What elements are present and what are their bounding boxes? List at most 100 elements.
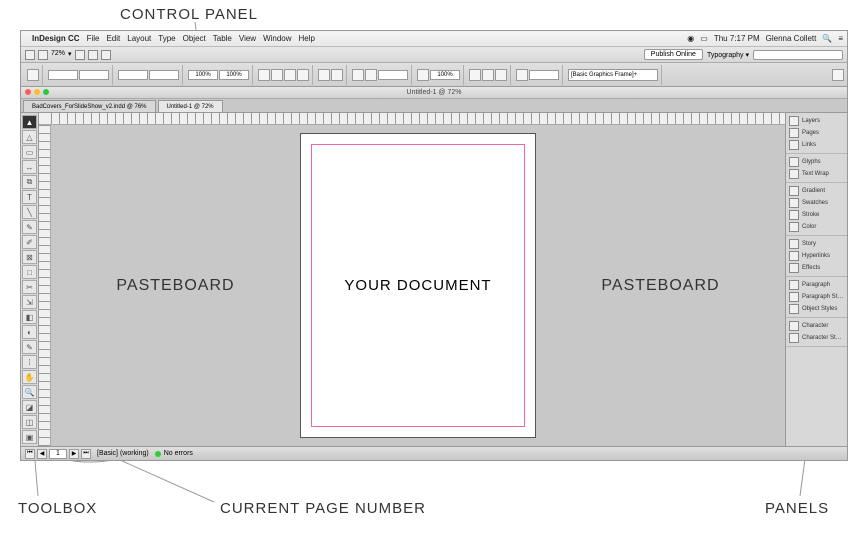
panel-item-object-styles[interactable]: Object Styles <box>786 303 847 315</box>
rectangle-tool[interactable]: □ <box>22 265 37 279</box>
menu-type[interactable]: Type <box>158 34 175 43</box>
first-page-button[interactable]: ⏮ <box>25 449 35 459</box>
last-page-button[interactable]: ⏭ <box>81 449 91 459</box>
object-style-dropdown[interactable]: [Basic Graphics Frame]+ <box>568 69 658 81</box>
panel-item-pages[interactable]: Pages <box>786 127 847 139</box>
close-window-icon[interactable] <box>25 89 31 95</box>
menu-edit[interactable]: Edit <box>106 34 120 43</box>
select-content-icon[interactable] <box>331 69 343 81</box>
panel-item-text-wrap[interactable]: Text Wrap <box>786 168 847 180</box>
panel-item-glyphs[interactable]: Glyphs <box>786 156 847 168</box>
note-tool[interactable]: ✎ <box>22 340 37 354</box>
selection-tool[interactable]: ▲ <box>22 115 37 129</box>
corner-radius-field[interactable] <box>529 70 559 80</box>
zoom-window-icon[interactable] <box>43 89 49 95</box>
minimize-window-icon[interactable] <box>34 89 40 95</box>
horizontal-ruler[interactable] <box>39 113 785 125</box>
screen-mode-icon[interactable] <box>88 50 98 60</box>
rectangle-frame-tool[interactable]: ⊠ <box>22 250 37 264</box>
document-tab[interactable]: BadCovers_ForSlideShow_v2.indd @ 76% <box>23 100 156 112</box>
preflight-status[interactable]: No errors <box>155 450 193 457</box>
effects-icon[interactable] <box>417 69 429 81</box>
zoom-level-field[interactable]: 72% <box>51 50 65 60</box>
w-field[interactable] <box>118 70 148 80</box>
panel-item-layers[interactable]: Layers <box>786 115 847 127</box>
panel-item-story[interactable]: Story <box>786 238 847 250</box>
page-tool[interactable]: ▭ <box>22 145 37 159</box>
next-page-button[interactable]: ▶ <box>69 449 79 459</box>
publish-online-button[interactable]: Publish Online <box>644 49 703 60</box>
opacity-field[interactable]: 100% <box>430 70 460 80</box>
prev-page-button[interactable]: ◀ <box>37 449 47 459</box>
text-wrap-shape-icon[interactable] <box>495 69 507 81</box>
free-transform-tool[interactable]: ⇲ <box>22 295 37 309</box>
app-name-menu[interactable]: InDesign CC <box>32 34 80 43</box>
fill-swatch-icon[interactable] <box>352 69 364 81</box>
document-page[interactable]: YOUR DOCUMENT <box>300 133 536 438</box>
default-fill-stroke-tool[interactable]: ◫ <box>22 415 37 429</box>
zoom-tool[interactable]: 🔍 <box>22 385 37 399</box>
panel-item-character-st-[interactable]: Character St… <box>786 332 847 344</box>
help-search-input[interactable] <box>753 50 843 60</box>
workspace-switcher[interactable]: Typography ▾ <box>707 51 749 59</box>
user-name[interactable]: Glenna Collett <box>766 34 817 43</box>
select-container-icon[interactable] <box>318 69 330 81</box>
menu-object[interactable]: Object <box>183 34 206 43</box>
y-field[interactable] <box>79 70 109 80</box>
menu-table[interactable]: Table <box>213 34 232 43</box>
scissors-tool[interactable]: ✂ <box>22 280 37 294</box>
flip-h-icon[interactable] <box>284 69 296 81</box>
view-mode-tool[interactable]: ▣ <box>22 430 37 444</box>
hand-tool[interactable]: ✋ <box>22 370 37 384</box>
wifi-icon[interactable]: ◉ <box>687 34 694 43</box>
panel-item-color[interactable]: Color <box>786 221 847 233</box>
bridge-icon[interactable] <box>38 50 48 60</box>
stroke-swatch-icon[interactable] <box>365 69 377 81</box>
panel-item-paragraph[interactable]: Paragraph <box>786 279 847 291</box>
rotate-ccw-icon[interactable] <box>258 69 270 81</box>
panel-item-hyperlinks[interactable]: Hyperlinks <box>786 250 847 262</box>
menu-layout[interactable]: Layout <box>127 34 151 43</box>
x-field[interactable] <box>48 70 78 80</box>
stroke-weight-field[interactable] <box>378 70 408 80</box>
clock[interactable]: Thu 7:17 PM <box>714 34 760 43</box>
menu-help[interactable]: Help <box>299 34 315 43</box>
corner-options-icon[interactable] <box>516 69 528 81</box>
content-collector-tool[interactable]: ⧉ <box>22 175 37 189</box>
gradient-feather-tool[interactable]: ◐ <box>22 325 37 339</box>
current-page-field[interactable]: 1 <box>49 449 67 459</box>
panel-item-links[interactable]: Links <box>786 139 847 151</box>
panel-item-paragraph-st-[interactable]: Paragraph St… <box>786 291 847 303</box>
menu-file[interactable]: File <box>87 34 100 43</box>
panel-item-gradient[interactable]: Gradient <box>786 185 847 197</box>
vertical-ruler[interactable] <box>39 125 51 446</box>
line-tool[interactable]: ╲ <box>22 205 37 219</box>
arrange-documents-icon[interactable] <box>101 50 111 60</box>
flip-v-icon[interactable] <box>297 69 309 81</box>
battery-icon[interactable]: ▭ <box>700 34 708 43</box>
text-wrap-none-icon[interactable] <box>469 69 481 81</box>
zoom-dropdown-icon[interactable]: ▾ <box>68 50 72 60</box>
scale-x-field[interactable]: 100% <box>188 70 218 80</box>
panel-item-swatches[interactable]: Swatches <box>786 197 847 209</box>
menu-window[interactable]: Window <box>263 34 291 43</box>
master-page-label[interactable]: [Basic] (working) <box>97 450 149 457</box>
gap-tool[interactable]: ↔ <box>22 160 37 174</box>
panel-item-effects[interactable]: Effects <box>786 262 847 274</box>
text-wrap-bounding-icon[interactable] <box>482 69 494 81</box>
gradient-swatch-tool[interactable]: ◧ <box>22 310 37 324</box>
pencil-tool[interactable]: ✐ <box>22 235 37 249</box>
canvas[interactable]: PASTEBOARD YOUR DOCUMENT PASTEBOARD <box>51 125 785 446</box>
view-options-icon[interactable] <box>75 50 85 60</box>
direct-selection-tool[interactable]: △ <box>22 130 37 144</box>
spotlight-icon[interactable]: 🔍 <box>822 34 832 43</box>
panel-item-character[interactable]: Character <box>786 320 847 332</box>
rotate-cw-icon[interactable] <box>271 69 283 81</box>
reference-point-icon[interactable] <box>27 69 39 81</box>
panel-item-stroke[interactable]: Stroke <box>786 209 847 221</box>
document-tab[interactable]: Untitled-1 @ 72% <box>158 100 223 112</box>
notification-center-icon[interactable]: ≡ <box>838 34 843 43</box>
control-panel-menu-icon[interactable] <box>832 69 844 81</box>
fill-stroke-tool[interactable]: ◪ <box>22 400 37 414</box>
scale-y-field[interactable]: 100% <box>219 70 249 80</box>
